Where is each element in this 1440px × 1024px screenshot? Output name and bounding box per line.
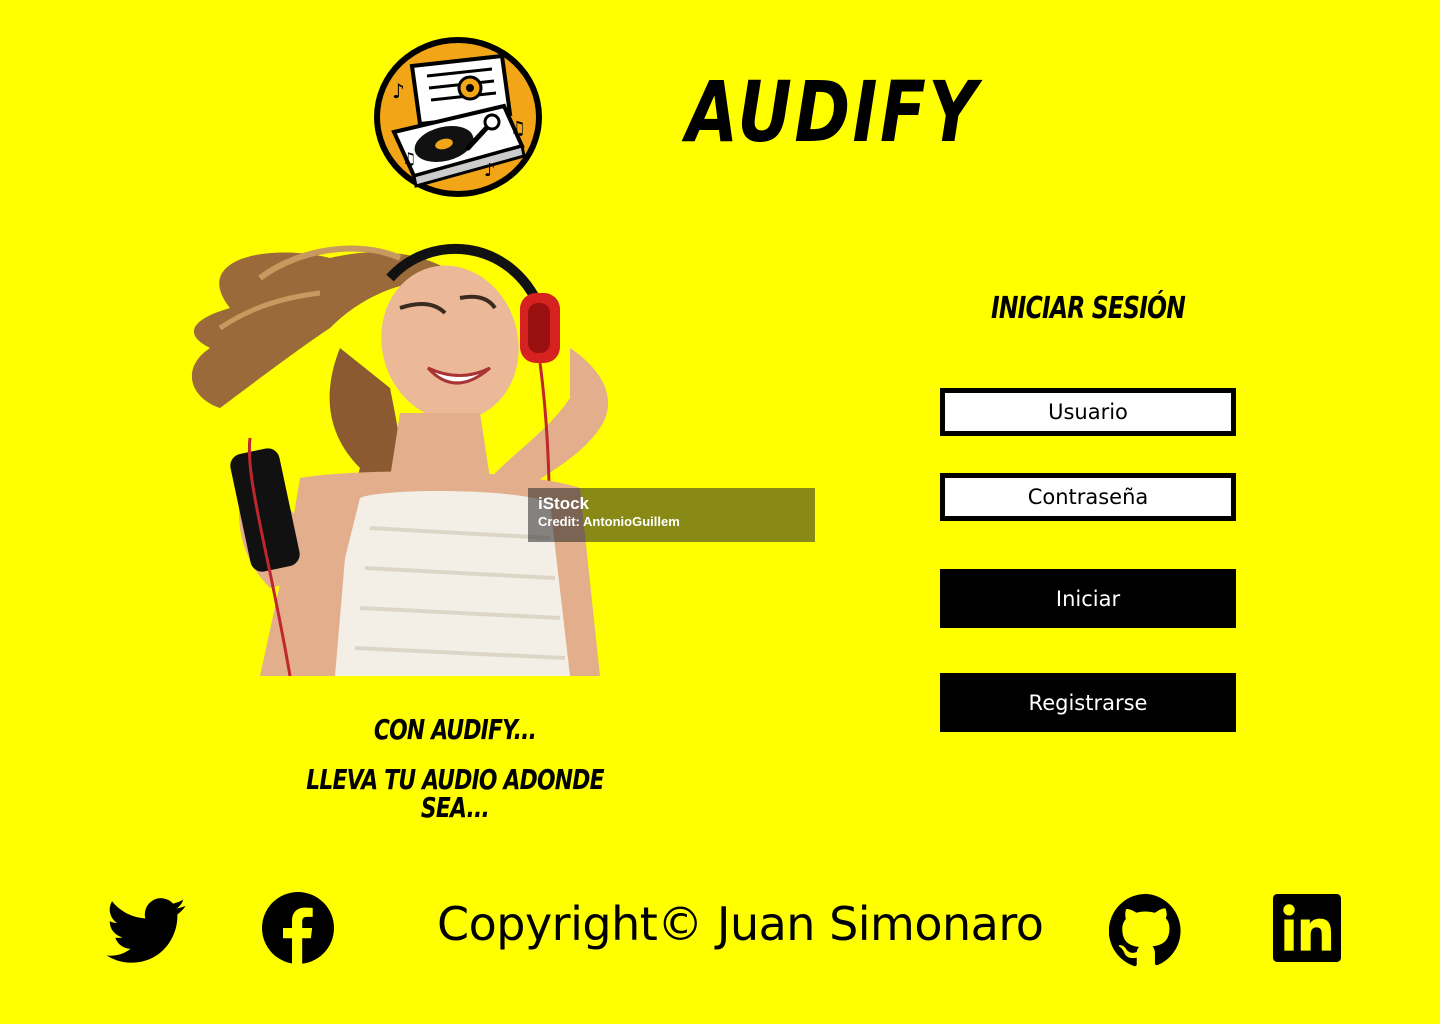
github-icon[interactable] (1109, 893, 1183, 967)
login-page: ♪ ♫ ♪ ♫ AUDIFY iStock Credit: AntonioGui… (0, 0, 1440, 1024)
vinyl-record-player-logo: ♪ ♫ ♪ ♫ (374, 37, 542, 197)
watermark: iStock Credit: AntonioGuillem (528, 488, 815, 542)
svg-text:♪: ♪ (484, 160, 496, 181)
svg-text:♫: ♫ (402, 149, 416, 168)
woman-dancing-with-headphones-photo (191, 243, 609, 676)
login-title: Iniciar Sesión (990, 291, 1186, 326)
twitter-icon[interactable] (106, 898, 186, 964)
copyright-text: Copyright© Juan Simonaro (437, 897, 1044, 951)
svg-text:♫: ♫ (510, 118, 526, 139)
username-input[interactable] (940, 388, 1236, 436)
svg-text:♪: ♪ (392, 79, 405, 103)
slogan-line-1: Con Audify... (373, 713, 537, 746)
facebook-icon[interactable] (262, 892, 334, 964)
linkedin-icon[interactable] (1273, 894, 1341, 962)
register-button[interactable]: Registrarse (940, 673, 1236, 732)
login-button[interactable]: Iniciar (940, 569, 1236, 628)
slogan-line-2: Lleva tu audio adonde sea... (306, 763, 604, 824)
watermark-credit: Credit: AntonioGuillem (538, 514, 680, 529)
watermark-brand: iStock (538, 494, 590, 513)
password-input[interactable] (940, 473, 1236, 521)
brand-name: AUDIFY (686, 63, 980, 161)
